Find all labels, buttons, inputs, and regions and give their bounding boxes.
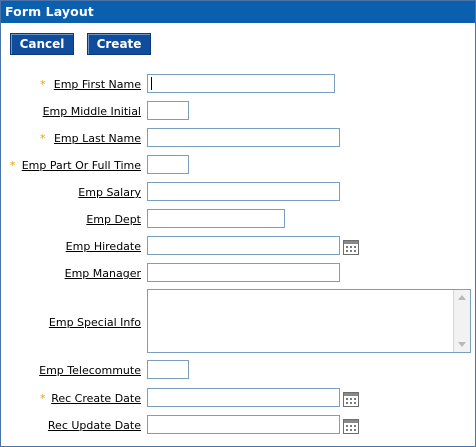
- emp-telecommute-input[interactable]: [147, 360, 189, 379]
- emp-telecommute-label[interactable]: Emp Telecommute: [39, 364, 141, 377]
- required-marker: *: [10, 159, 16, 172]
- emp-part-or-full-time-label[interactable]: Emp Part Or Full Time: [22, 159, 141, 172]
- emp-last-name-label[interactable]: Emp Last Name: [54, 132, 141, 145]
- calendar-icon[interactable]: [343, 391, 359, 407]
- emp-hiredate-label[interactable]: Emp Hiredate: [66, 240, 141, 253]
- rec-update-date-label[interactable]: Rec Update Date: [48, 419, 141, 432]
- rec-update-date-input[interactable]: [147, 415, 340, 434]
- emp-first-name-input[interactable]: [147, 74, 335, 93]
- required-marker: *: [40, 78, 46, 91]
- emp-first-name-label[interactable]: Emp First Name: [54, 78, 141, 91]
- rec-create-date-input[interactable]: [147, 388, 340, 407]
- form-layout-window: Form Layout Cancel Create * Emp First Na…: [0, 0, 476, 447]
- rec-create-date-label[interactable]: Rec Create Date: [51, 392, 141, 405]
- emp-middle-initial-label[interactable]: Emp Middle Initial: [43, 105, 141, 118]
- window-title: Form Layout: [5, 4, 94, 19]
- required-marker: *: [40, 392, 46, 405]
- emp-special-info-textarea[interactable]: [147, 289, 471, 353]
- emp-hiredate-input[interactable]: [147, 236, 340, 255]
- emp-middle-initial-input[interactable]: [147, 101, 189, 120]
- emp-dept-label[interactable]: Emp Dept: [86, 213, 141, 226]
- emp-special-info-label[interactable]: Emp Special Info: [49, 316, 141, 329]
- required-marker: *: [40, 132, 46, 145]
- emp-salary-input[interactable]: [147, 182, 340, 201]
- emp-manager-input[interactable]: [147, 263, 340, 282]
- create-button[interactable]: Create: [87, 33, 151, 55]
- emp-dept-input[interactable]: [147, 209, 285, 228]
- scroll-down-arrow-icon[interactable]: [458, 342, 466, 347]
- scroll-up-arrow-icon[interactable]: [458, 295, 466, 300]
- text-cursor: [151, 77, 152, 90]
- emp-manager-label[interactable]: Emp Manager: [65, 267, 141, 280]
- cancel-button[interactable]: Cancel: [10, 33, 74, 55]
- calendar-icon[interactable]: [343, 418, 359, 434]
- title-bar: Form Layout: [1, 1, 475, 23]
- emp-last-name-input[interactable]: [147, 128, 340, 147]
- emp-salary-label[interactable]: Emp Salary: [78, 186, 141, 199]
- calendar-icon[interactable]: [343, 239, 359, 255]
- textarea-scrollbar[interactable]: [453, 290, 470, 352]
- emp-part-or-full-time-input[interactable]: [147, 155, 189, 174]
